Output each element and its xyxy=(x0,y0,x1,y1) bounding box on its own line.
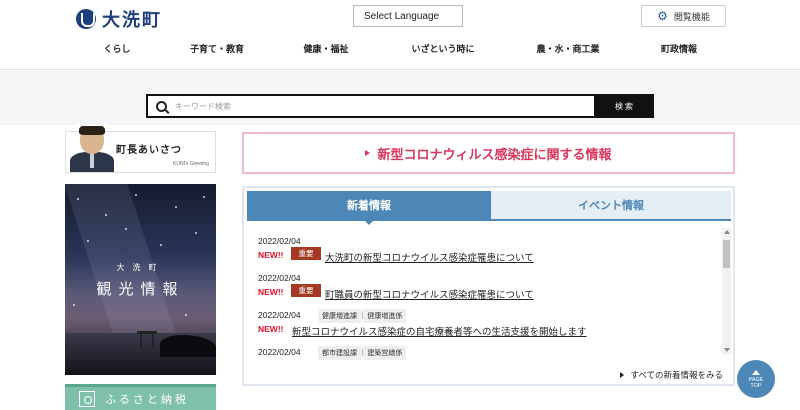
department-tag: 都市建設課 xyxy=(318,346,361,360)
tourism-subtitle: 大洗町 xyxy=(116,263,165,272)
news-title-link[interactable]: 大洗町の新型コロナウイルス感染症罹患について xyxy=(325,250,534,264)
arrow-right-icon xyxy=(365,150,371,156)
tourism-info-banner[interactable]: 大洗町 観光情報 xyxy=(65,184,216,375)
news-scrollbar[interactable] xyxy=(722,228,731,354)
gift-icon xyxy=(79,390,95,407)
nav-item-living[interactable]: くらし xyxy=(103,42,130,55)
covid-info-banner[interactable]: 新型コロナウィルス感染症に関する情報 xyxy=(242,132,735,174)
gear-icon: ⚙ xyxy=(657,9,668,23)
nav-item-town-government[interactable]: 町政情報 xyxy=(661,42,697,55)
tab-news[interactable]: 新着情報 xyxy=(247,191,491,225)
section-tag: 建築営繕係 xyxy=(363,346,407,360)
page-top-button[interactable]: PAGE TOP xyxy=(737,360,775,398)
important-badge: 重要 xyxy=(291,247,321,260)
nav-item-childcare-education[interactable]: 子育て・教育 xyxy=(190,42,244,55)
new-badge: NEW!! xyxy=(258,324,284,334)
news-date: 2022/02/04 xyxy=(258,347,301,357)
all-news-link[interactable]: すべての新着情報をみる xyxy=(620,369,723,381)
news-panel: 新着情報 イベント情報 2022/02/04 NEW!! 重要 大洗町の新型コロ… xyxy=(242,186,735,386)
nav-item-industry[interactable]: 農・水・商工業 xyxy=(536,42,599,55)
scroll-down-icon[interactable] xyxy=(724,348,730,352)
news-list: 2022/02/04 NEW!! 重要 大洗町の新型コロナウイルス感染症罹患につ… xyxy=(256,236,718,384)
search-placeholder: キーワード検索 xyxy=(175,101,231,111)
scroll-up-icon[interactable] xyxy=(724,230,730,234)
tab-underline xyxy=(247,219,731,221)
news-title-link[interactable]: 町職員の新型コロナウイルス感染症罹患について xyxy=(325,287,534,301)
news-date: 2022/02/04 xyxy=(258,236,301,246)
accessibility-label: 閲覧機能 xyxy=(673,12,710,23)
greeting-subtitle: KUNI's Greeting xyxy=(173,161,209,167)
page-top-label-2: TOP xyxy=(750,382,762,389)
site-header: 大洗町 Select Language ⚙ 閲覧機能 くらし 子育て・教育 健康… xyxy=(0,0,800,70)
mayor-photo xyxy=(68,126,116,172)
list-item: 2022/02/04 NEW!! 重要 大洗町の新型コロナウイルス感染症罹患につ… xyxy=(256,236,718,273)
furusato-tax-banner[interactable]: ふるさと納税 xyxy=(65,384,216,410)
news-title-link[interactable]: 新型コロナウイルス感染症の自宅療養者等への生活支援を開始します xyxy=(292,324,587,338)
covid-banner-text: 新型コロナウィルス感染症に関する情報 xyxy=(377,147,612,163)
section-tag: 健康増進係 xyxy=(363,309,407,323)
site-logo[interactable]: 大洗町 xyxy=(76,6,162,32)
search-button[interactable]: 検索 xyxy=(596,94,654,118)
new-badge: NEW!! xyxy=(258,287,284,297)
global-nav: くらし 子育て・教育 健康・福祉 いざという時に 農・水・商工業 町政情報 xyxy=(0,42,800,58)
news-date: 2022/02/04 xyxy=(258,310,301,320)
town-emblem-icon xyxy=(76,9,96,29)
list-item: 2022/02/04 健康増進課 | 健康増進係 NEW!! 新型コロナウイルス… xyxy=(256,309,718,347)
furusato-label: ふるさと納税 xyxy=(105,392,189,406)
important-badge: 重要 xyxy=(291,284,321,297)
news-date: 2022/02/04 xyxy=(258,273,301,283)
arrow-up-icon xyxy=(752,369,760,375)
tourism-title: 観光情報 xyxy=(96,280,185,298)
greeting-title: 町長あいさつ xyxy=(116,145,182,156)
list-item: 2022/02/04 NEW!! 重要 町職員の新型コロナウイルス感染症罹患につ… xyxy=(256,273,718,310)
accessibility-button[interactable]: ⚙ 閲覧機能 xyxy=(641,5,726,27)
tab-events[interactable]: イベント情報 xyxy=(491,191,731,219)
torii-gate-icon xyxy=(137,331,157,348)
department-tag: 健康増進課 xyxy=(318,309,361,323)
new-badge: NEW!! xyxy=(258,250,284,260)
scroll-thumb[interactable] xyxy=(723,240,730,268)
nav-item-health-welfare[interactable]: 健康・福祉 xyxy=(303,42,348,55)
department-tags: 都市建設課 | 建築営繕係 xyxy=(318,346,407,360)
nav-item-emergency[interactable]: いざという時に xyxy=(411,42,474,55)
search-icon xyxy=(156,100,167,112)
language-select[interactable]: Select Language xyxy=(353,5,463,27)
logo-text: 大洗町 xyxy=(102,10,162,31)
arrow-right-icon xyxy=(620,372,625,378)
search-input[interactable]: キーワード検索 xyxy=(146,94,596,118)
department-tags: 健康増進課 | 健康増進係 xyxy=(318,309,407,323)
all-news-label: すべての新着情報をみる xyxy=(630,371,723,381)
mayor-greeting-banner[interactable]: 町長あいさつ KUNI's Greeting xyxy=(65,126,216,173)
